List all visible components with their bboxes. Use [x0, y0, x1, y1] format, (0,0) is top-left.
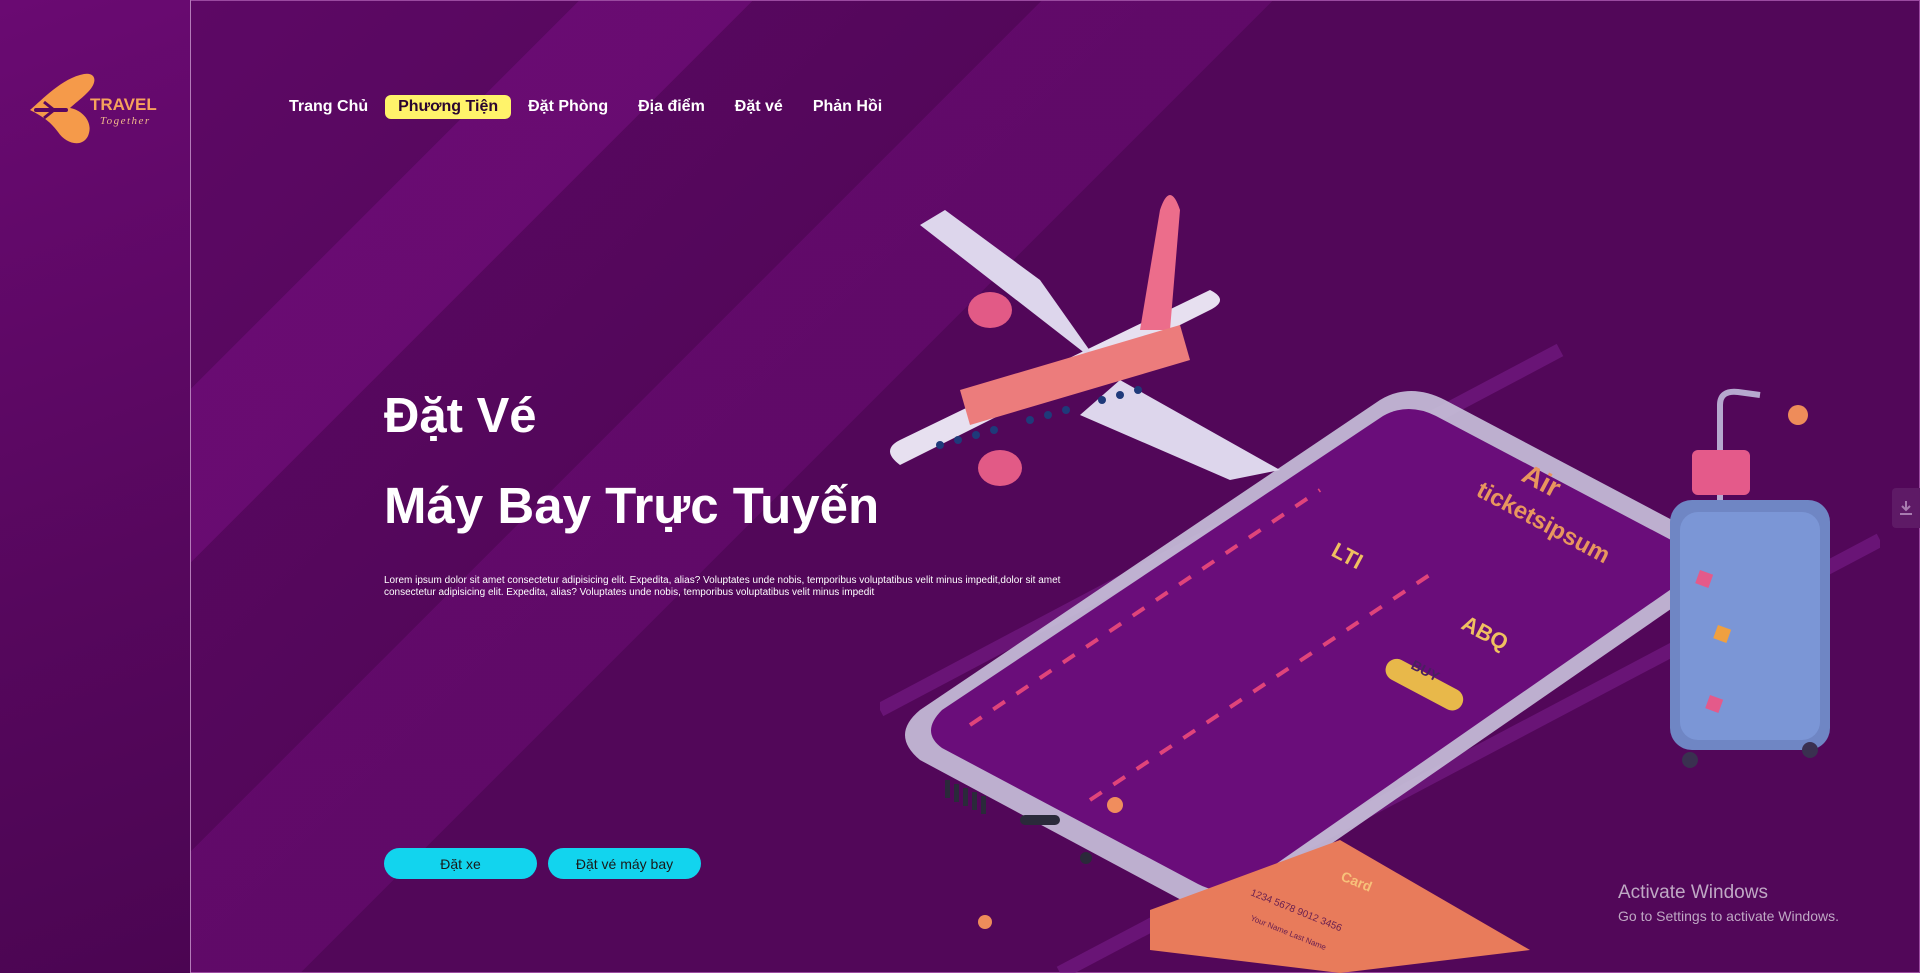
hero-title-line2: Máy Bay Trực Tuyến [384, 477, 880, 534]
logo-brand: TRAVEL [90, 95, 157, 114]
nav-item-home[interactable]: Trang Chủ [276, 95, 381, 119]
logo-tagline: Together [100, 115, 151, 127]
nav-item-locations[interactable]: Địa điểm [625, 95, 718, 119]
hero-illustration: Air ticketsipsum LTI ABQ BUY Card 1234 5… [880, 195, 1880, 973]
watermark-line2: Go to Settings to activate Windows. [1618, 908, 1839, 924]
book-flight-button[interactable]: Đặt vé máy bay [548, 848, 701, 879]
windows-activation-watermark: Activate Windows Go to Settings to activ… [1618, 882, 1839, 924]
download-icon [1900, 501, 1912, 515]
nav-item-transport[interactable]: Phương Tiện [385, 95, 512, 119]
main-nav: Trang Chủ Phương Tiện Đặt Phòng Địa điểm… [276, 95, 899, 119]
airplane-icon [890, 195, 1280, 486]
book-car-button[interactable]: Đặt xe [384, 848, 537, 879]
suitcase-icon [1670, 388, 1830, 768]
sidebar: TRAVEL Together [0, 0, 191, 973]
hero-title-line1: Đặt Vé [384, 389, 537, 443]
nav-item-book-ticket[interactable]: Đặt vé [722, 95, 796, 119]
phone: Air ticketsipsum LTI ABQ BUY [905, 391, 1725, 911]
hero-description: Lorem ipsum dolor sit amet consectetur a… [384, 575, 1061, 598]
nav-item-feedback[interactable]: Phản Hồi [800, 95, 895, 119]
nav-item-book-room[interactable]: Đặt Phòng [515, 95, 621, 119]
side-download-tab[interactable] [1892, 488, 1920, 528]
watermark-line1: Activate Windows [1618, 882, 1768, 903]
logo[interactable]: TRAVEL Together [22, 70, 172, 150]
